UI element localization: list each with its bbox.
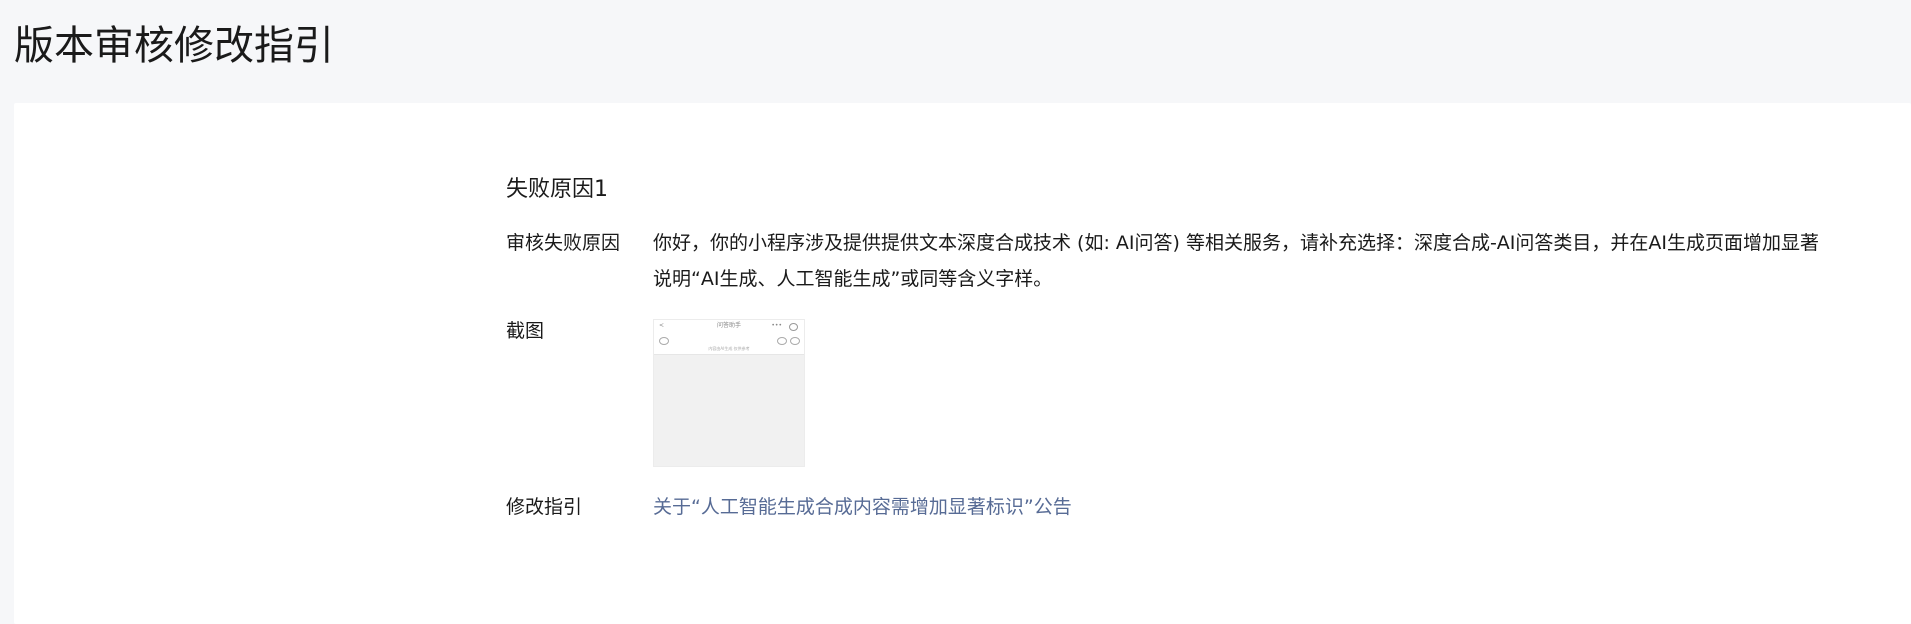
guide-value: 关于“人工智能生成合成内容需增加显著标识”公告 bbox=[653, 489, 1846, 525]
thumbnail-left-circle-icon bbox=[659, 337, 669, 345]
reason-row: 审核失败原因 你好，你的小程序涉及提供提供文本深度合成技术 (如: AI问答) … bbox=[506, 225, 1846, 297]
page-title: 版本审核修改指引 bbox=[14, 23, 334, 69]
thumbnail-add-circle-icon bbox=[790, 337, 800, 345]
screenshot-thumbnail[interactable]: < 问答助手 ••• 内容由AI生成 仅供参考 bbox=[653, 319, 805, 467]
failure-section-title: 失败原因1 bbox=[506, 177, 608, 202]
reason-text: 你好，你的小程序涉及提供提供文本深度合成技术 (如: AI问答) 等相关服务，请… bbox=[653, 232, 1820, 290]
reason-label: 审核失败原因 bbox=[506, 232, 621, 254]
thumbnail-more-icon: ••• bbox=[771, 322, 782, 329]
screenshot-row: 截图 < 问答助手 ••• 内容由AI生成 仅供参考 bbox=[506, 313, 1846, 467]
thumbnail-hint-text: 内容由AI生成 仅供参考 bbox=[708, 346, 750, 351]
screenshot-label: 截图 bbox=[506, 320, 545, 342]
thumbnail-close-icon bbox=[789, 323, 798, 331]
thumbnail-right-circle-icon bbox=[777, 337, 787, 345]
guide-label: 修改指引 bbox=[506, 496, 583, 518]
guide-link[interactable]: 关于“人工智能生成合成内容需增加显著标识”公告 bbox=[653, 496, 1072, 518]
thumbnail-nav-bar: < 问答助手 ••• bbox=[654, 320, 804, 332]
screenshot-value: < 问答助手 ••• 内容由AI生成 仅供参考 bbox=[653, 313, 1846, 467]
thumbnail-toolbar: 内容由AI生成 仅供参考 bbox=[654, 332, 804, 355]
content-card: 失败原因1 审核失败原因 你好，你的小程序涉及提供提供文本深度合成技术 (如: … bbox=[14, 103, 1911, 624]
failure-section: 失败原因1 审核失败原因 你好，你的小程序涉及提供提供文本深度合成技术 (如: … bbox=[506, 175, 1846, 525]
guide-row: 修改指引 关于“人工智能生成合成内容需增加显著标识”公告 bbox=[506, 489, 1846, 525]
